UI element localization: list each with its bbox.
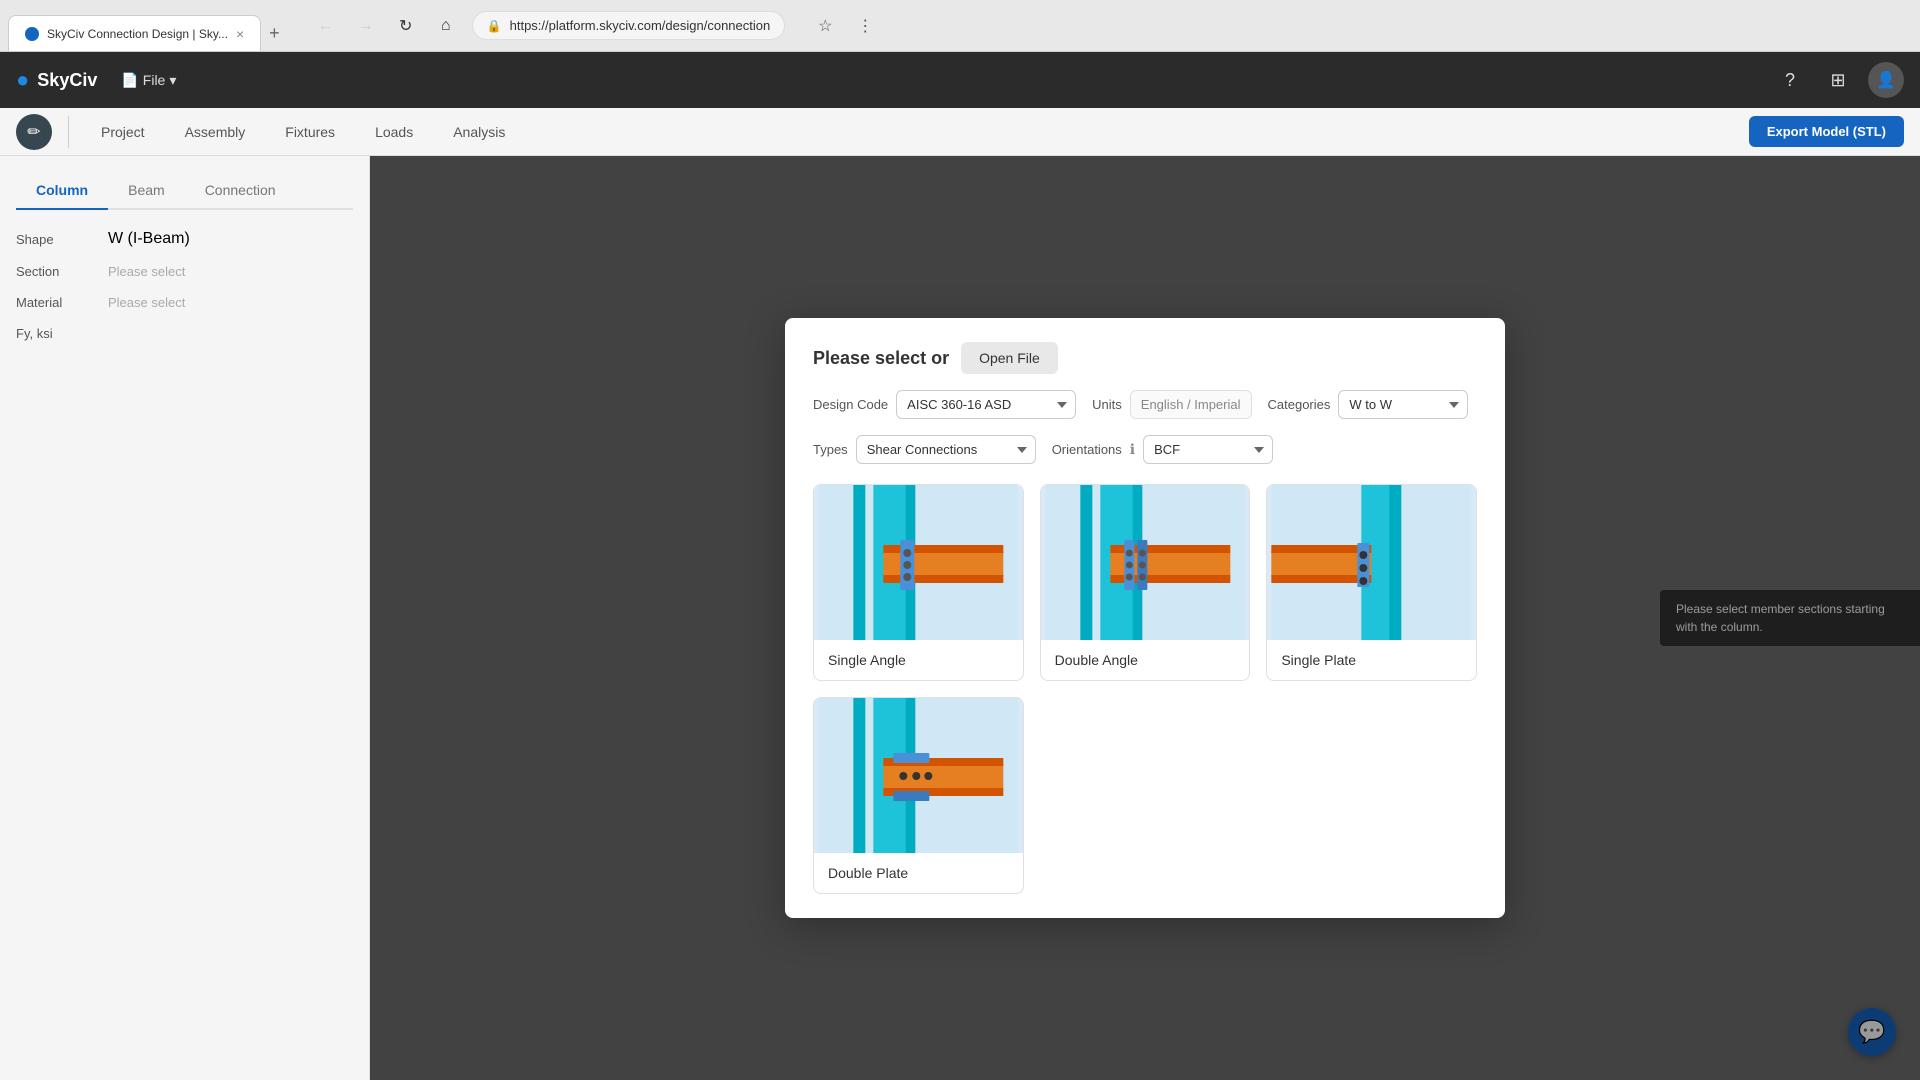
apps-grid-button[interactable]: ⊞ xyxy=(1820,62,1856,98)
file-chevron-icon: ▾ xyxy=(169,72,176,89)
toolbar-divider xyxy=(68,116,69,148)
address-bar[interactable]: 🔒 https://platform.skyciv.com/design/con… xyxy=(472,11,786,40)
single-plate-label: Single Plate xyxy=(1267,640,1476,680)
units-label: Units xyxy=(1092,397,1122,412)
double-plate-label: Double Plate xyxy=(814,853,1023,893)
active-tab[interactable]: SkyCiv Connection Design | Sky... × xyxy=(8,15,261,51)
double-angle-card[interactable]: Double Angle xyxy=(1040,484,1251,681)
section-label: Section xyxy=(16,264,96,279)
design-code-select[interactable]: AISC 360-16 ASD xyxy=(896,390,1076,419)
logo: ● SkyCiv xyxy=(16,67,97,93)
shape-label: Shape xyxy=(16,232,96,247)
tab-project[interactable]: Project xyxy=(85,116,161,148)
types-label: Types xyxy=(813,442,848,457)
section-field: Section Please select xyxy=(16,264,353,279)
design-code-group: Design Code AISC 360-16 ASD xyxy=(813,390,1076,419)
single-plate-image xyxy=(1267,485,1476,640)
top-nav: ● SkyCiv 📄 File ▾ ? ⊞ 👤 xyxy=(0,52,1920,108)
shape-value: W (I-Beam) xyxy=(108,230,190,248)
tab-loads[interactable]: Loads xyxy=(359,116,429,148)
material-label: Material xyxy=(16,295,96,310)
file-label: File xyxy=(143,72,166,88)
categories-label: Categories xyxy=(1268,397,1331,412)
refresh-button[interactable]: ↻ xyxy=(392,12,420,40)
app: ● SkyCiv 📄 File ▾ ? ⊞ 👤 ✏ Project Assemb… xyxy=(0,52,1920,1080)
file-menu-button[interactable]: 📄 File ▾ xyxy=(109,66,188,95)
browser-chrome: SkyCiv Connection Design | Sky... × + ← … xyxy=(0,0,1920,52)
double-angle-image xyxy=(1041,485,1250,640)
apps-button[interactable]: ⋮ xyxy=(849,10,881,42)
main-area: Column Beam Connection Shape W (I-Beam) … xyxy=(0,156,1920,1080)
logo-text: SkyCiv xyxy=(37,70,97,91)
sidebar-tabs: Column Beam Connection xyxy=(16,172,353,210)
modal-title: Please select or xyxy=(813,348,949,369)
double-angle-label: Double Angle xyxy=(1041,640,1250,680)
sidebar-tab-beam[interactable]: Beam xyxy=(108,172,185,210)
orientations-info-icon[interactable]: ℹ xyxy=(1130,441,1135,458)
star-button[interactable]: ☆ xyxy=(809,10,841,42)
pencil-button[interactable]: ✏ xyxy=(16,114,52,150)
lock-icon: 🔒 xyxy=(487,19,502,33)
browser-controls: ← → ↻ ⌂ 🔒 https://platform.skyciv.com/de… xyxy=(296,10,906,42)
sidebar: Column Beam Connection Shape W (I-Beam) … xyxy=(0,156,370,1080)
user-avatar[interactable]: 👤 xyxy=(1868,62,1904,98)
open-file-button[interactable]: Open File xyxy=(961,342,1058,374)
orientations-group: Orientations ℹ BCF xyxy=(1052,435,1273,464)
tab-close-button[interactable]: × xyxy=(236,26,244,42)
tab-label: SkyCiv Connection Design | Sky... xyxy=(47,27,228,41)
back-button[interactable]: ← xyxy=(312,12,340,40)
single-angle-card[interactable]: Single Angle xyxy=(813,484,1024,681)
connections-grid: Single Angle xyxy=(813,484,1477,894)
types-group: Types Shear Connections xyxy=(813,435,1036,464)
single-angle-label: Single Angle xyxy=(814,640,1023,680)
connection-select-modal: Please select or Open File Design Code A… xyxy=(785,318,1505,918)
units-value: English / Imperial xyxy=(1130,390,1252,419)
design-code-label: Design Code xyxy=(813,397,888,412)
fy-field: Fy, ksi xyxy=(16,326,353,341)
tab-analysis[interactable]: Analysis xyxy=(437,116,521,148)
modal-header: Please select or Open File xyxy=(785,318,1505,390)
url-text: https://platform.skyciv.com/design/conne… xyxy=(510,18,771,33)
sidebar-tab-column[interactable]: Column xyxy=(16,172,108,210)
double-plate-card[interactable]: Double Plate xyxy=(813,697,1024,894)
material-field: Material Please select xyxy=(16,295,353,310)
browser-tabs: SkyCiv Connection Design | Sky... × + xyxy=(0,0,296,51)
modal-body: Design Code AISC 360-16 ASD Units Englis… xyxy=(785,390,1505,918)
types-select[interactable]: Shear Connections xyxy=(856,435,1036,464)
sidebar-tab-connection[interactable]: Connection xyxy=(185,172,296,210)
export-model-button[interactable]: Export Model (STL) xyxy=(1749,116,1904,147)
file-icon: 📄 xyxy=(121,72,138,89)
double-plate-image xyxy=(814,698,1023,853)
home-button[interactable]: ⌂ xyxy=(432,12,460,40)
tab-fixtures[interactable]: Fixtures xyxy=(269,116,351,148)
single-angle-image xyxy=(814,485,1023,640)
categories-group: Categories W to W xyxy=(1268,390,1469,419)
orientations-label: Orientations xyxy=(1052,442,1122,457)
material-value: Please select xyxy=(108,295,185,310)
units-group: Units English / Imperial xyxy=(1092,390,1251,419)
logo-icon: ● xyxy=(16,67,29,93)
help-button[interactable]: ? xyxy=(1772,62,1808,98)
forward-button[interactable]: → xyxy=(352,12,380,40)
filters-row: Design Code AISC 360-16 ASD Units Englis… xyxy=(813,390,1477,464)
categories-select[interactable]: W to W xyxy=(1338,390,1468,419)
content-area: Please select member sections starting w… xyxy=(370,156,1920,1080)
section-value: Please select xyxy=(108,264,185,279)
toolbar: ✏ Project Assembly Fixtures Loads Analys… xyxy=(0,108,1920,156)
tab-assembly[interactable]: Assembly xyxy=(169,116,262,148)
new-tab-button[interactable]: + xyxy=(261,15,288,51)
fy-label: Fy, ksi xyxy=(16,326,96,341)
browser-actions: ☆ ⋮ xyxy=(809,10,889,42)
modal-overlay: Please select or Open File Design Code A… xyxy=(370,156,1920,1080)
tab-favicon xyxy=(25,27,39,41)
single-plate-card[interactable]: Single Plate xyxy=(1266,484,1477,681)
shape-field: Shape W (I-Beam) xyxy=(16,230,353,248)
orientations-select[interactable]: BCF xyxy=(1143,435,1273,464)
